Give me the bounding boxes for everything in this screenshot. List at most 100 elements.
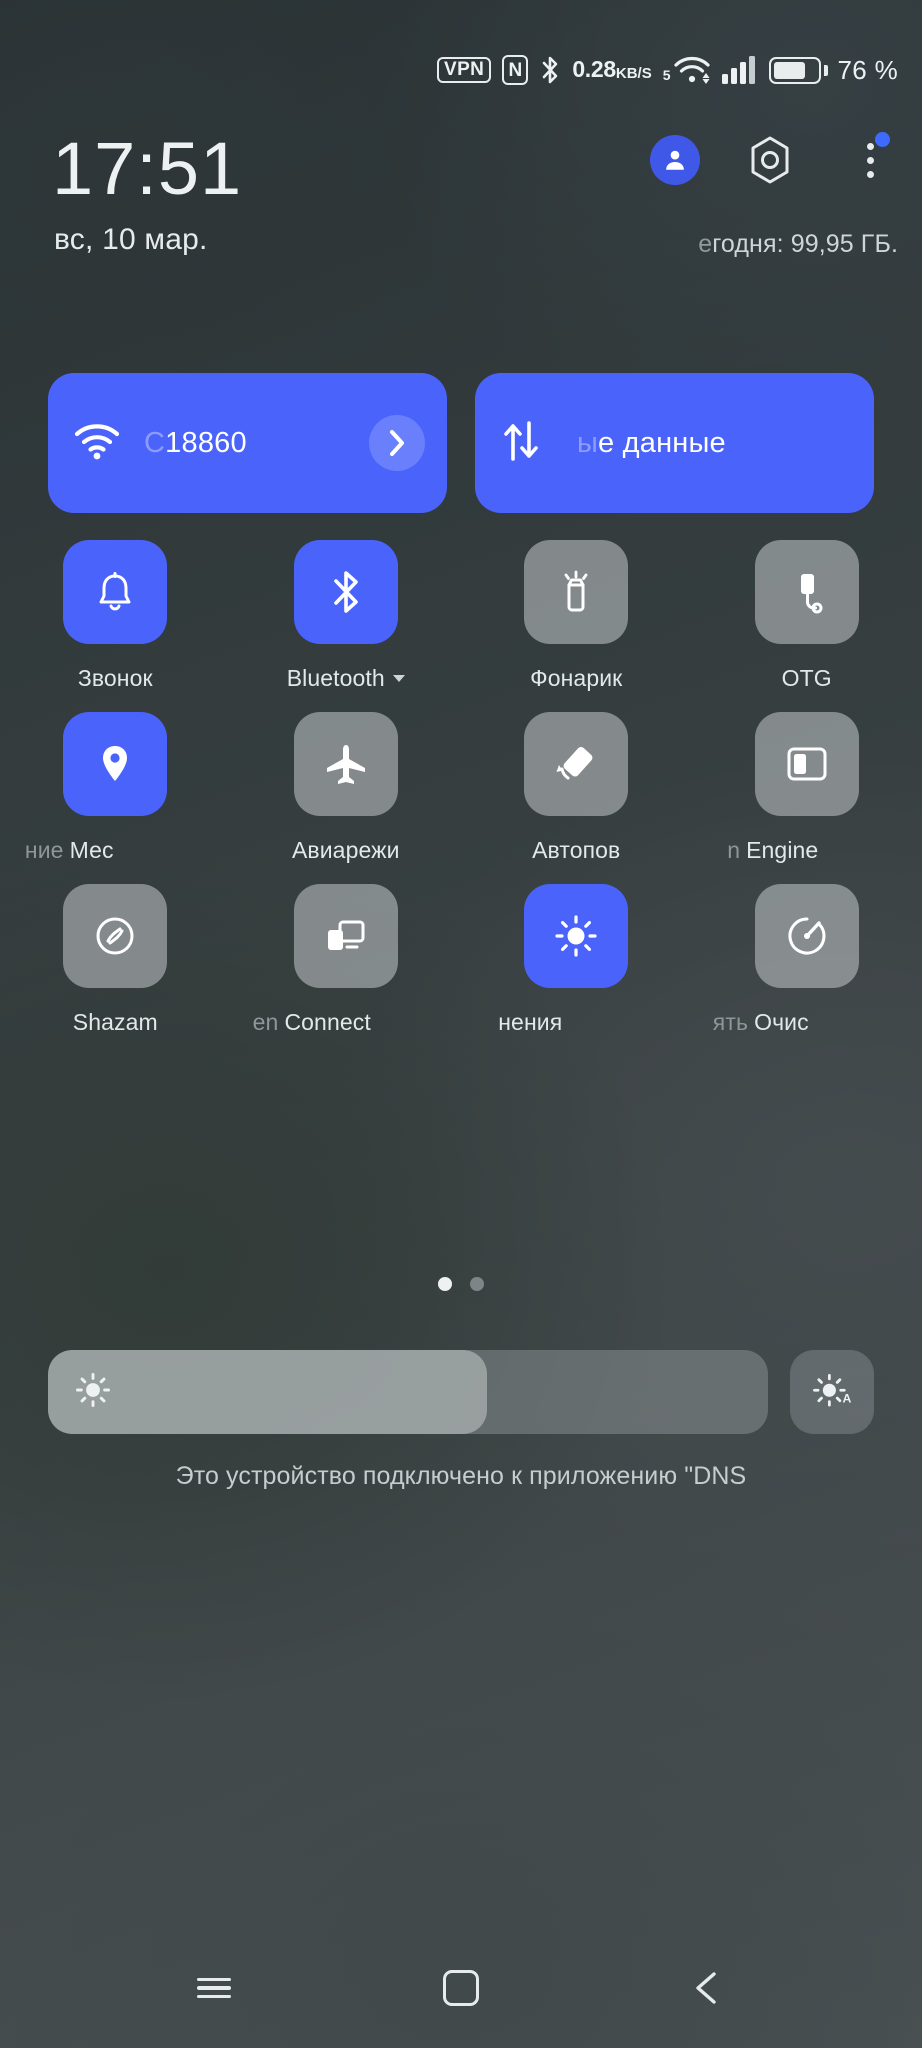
gear-icon[interactable] [744,134,796,186]
auto-rotate-icon[interactable] [524,712,629,816]
recents-line-3 [196,1994,231,1999]
battery-body [768,56,821,84]
page-indicator[interactable] [0,1277,922,1291]
toggle-screen-cast[interactable]: en Connect [231,884,462,1056]
navigation-bar [0,1928,922,2048]
toggle-screen-cast-label: en Connect [253,1009,371,1036]
toggle-airplane-mode-text: Авиарежи [291,837,400,863]
location-pin-icon[interactable] [63,712,168,816]
recents-line-2 [196,1986,231,1990]
user-avatar-icon[interactable] [650,135,700,185]
toggle-row-3: Shazam en Connect нения ять Очис [0,884,922,1056]
toggle-ringer-text: Звонок [77,665,153,691]
toggle-airplane-mode[interactable]: Авиарежи [231,712,462,884]
data-usage-clipped-prefix: е [698,230,713,258]
wifi-status-group: 5 [663,55,711,85]
toggle-location-text: Мес [69,837,114,863]
wifi-ssid-value: 18860 [165,426,247,459]
toggle-location[interactable]: ние Мес [0,712,231,884]
page-dot-1[interactable] [438,1277,452,1291]
optimize-icon[interactable] [754,884,859,988]
quick-settings-panel: VPN N 0.28 KB/S 5 76 % 17:51 вс, 10 мар.… [0,0,922,2048]
toggle-shazam-label: Shazam [73,1009,158,1036]
chevron-right-icon[interactable] [369,415,425,471]
chevron-down-icon[interactable] [392,675,405,682]
toggle-otg[interactable]: OTG [692,540,922,712]
toggle-auto-rotate-text: Автопов [532,837,621,863]
split-screen-icon[interactable] [754,712,859,816]
toggle-eye-comfort-text: нения [498,1009,563,1035]
page-dot-2[interactable] [470,1277,484,1291]
battery-indicator: 76 % [768,55,898,86]
dot-2 [866,156,874,164]
toggle-row-2: ние Мес Авиарежи Автопов n Engine [0,712,922,884]
wifi-ssid-clipped-prefix: C [144,426,166,459]
toggle-engine-mode-label: n Engine [727,837,818,864]
data-usage-value: годня: 99,95 ГБ. [712,230,898,258]
mobile-data-clipped-prefix: ы [577,426,599,459]
toggle-engine-mode-text: Engine [746,837,819,863]
back-icon[interactable] [663,1943,753,2033]
primary-tiles-row: C18860 ые данные [48,373,874,513]
toggle-otg-text: OTG [781,665,832,691]
home-icon[interactable] [416,1943,506,2033]
nfc-letter: N [508,59,523,81]
toggle-clean-up[interactable]: ять Очис [692,884,922,1056]
home-square [442,1970,479,2006]
header-actions [650,132,922,186]
brightness-icon[interactable] [524,884,629,988]
wifi-icon [74,422,120,465]
mobile-data-value: е данные [598,426,726,459]
notification-badge-dot [875,132,890,147]
clock-time: 17:51 [52,127,243,210]
network-speed-indicator: 0.28 KB/S [572,56,652,82]
status-bar: VPN N 0.28 KB/S 5 76 % [0,0,922,140]
mobile-data-tile[interactable]: ые данные [475,373,874,513]
recents-line-1 [196,1977,231,1982]
otg-icon[interactable] [754,540,859,644]
wifi-generation-label: 5 [662,67,671,83]
toggle-clean-up-text: Очис [754,1009,809,1035]
wifi-tile[interactable]: C18860 [48,373,447,513]
toggle-bluetooth[interactable]: Bluetooth [231,540,462,712]
toggle-location-label: ние Мес [25,837,114,864]
wifi-icon [673,57,710,84]
toggle-clean-up-clipped-prefix: ять [712,1009,749,1035]
toggle-shazam[interactable]: Shazam [0,884,231,1056]
recents-icon[interactable] [169,1943,259,2033]
toggle-engine-mode[interactable]: n Engine [692,712,922,884]
toggle-eye-comfort[interactable]: нения [461,884,692,1056]
toggle-airplane-mode-label: Авиарежи [292,837,400,864]
airplane-icon[interactable] [293,712,398,816]
svg-text:A: A [843,1392,852,1406]
network-speed-value: 0.28 [572,56,616,82]
flashlight-icon[interactable] [524,540,629,644]
panel-header: 17:51 вс, 10 мар. егодня: 99,95 ГБ. [0,126,922,286]
toggle-ringer[interactable]: Звонок [0,540,231,712]
toggle-clean-up-label: ять Очис [713,1009,809,1036]
shazam-icon[interactable] [63,884,168,988]
brightness-row: A [48,1350,874,1434]
toggle-bluetooth-label: Bluetooth [287,665,405,692]
network-speed-unit: KB/S [615,65,652,82]
auto-brightness-button[interactable]: A [790,1350,874,1434]
battery-tip [823,64,828,76]
bell-icon[interactable] [63,540,168,644]
toggle-location-clipped-prefix: ние [24,837,64,863]
cast-icon[interactable] [293,884,398,988]
dot-3 [866,170,874,178]
toggle-auto-rotate[interactable]: Автопов [461,712,692,884]
toggle-otg-label: OTG [782,665,832,692]
bluetooth-icon [539,54,561,86]
battery-fill [773,61,805,79]
toggle-eye-comfort-label: нения [498,1009,562,1036]
toggle-flashlight[interactable]: Фонарик [461,540,692,712]
toggle-flashlight-label: Фонарик [530,665,622,692]
data-usage-label: егодня: 99,95 ГБ. [698,230,898,259]
brightness-slider[interactable] [48,1350,768,1434]
more-options-icon[interactable] [848,132,892,186]
dot-1 [866,142,874,150]
bluetooth-icon[interactable] [293,540,398,644]
brightness-icon [74,1371,112,1414]
toggle-screen-cast-clipped-prefix: en [252,1009,279,1035]
